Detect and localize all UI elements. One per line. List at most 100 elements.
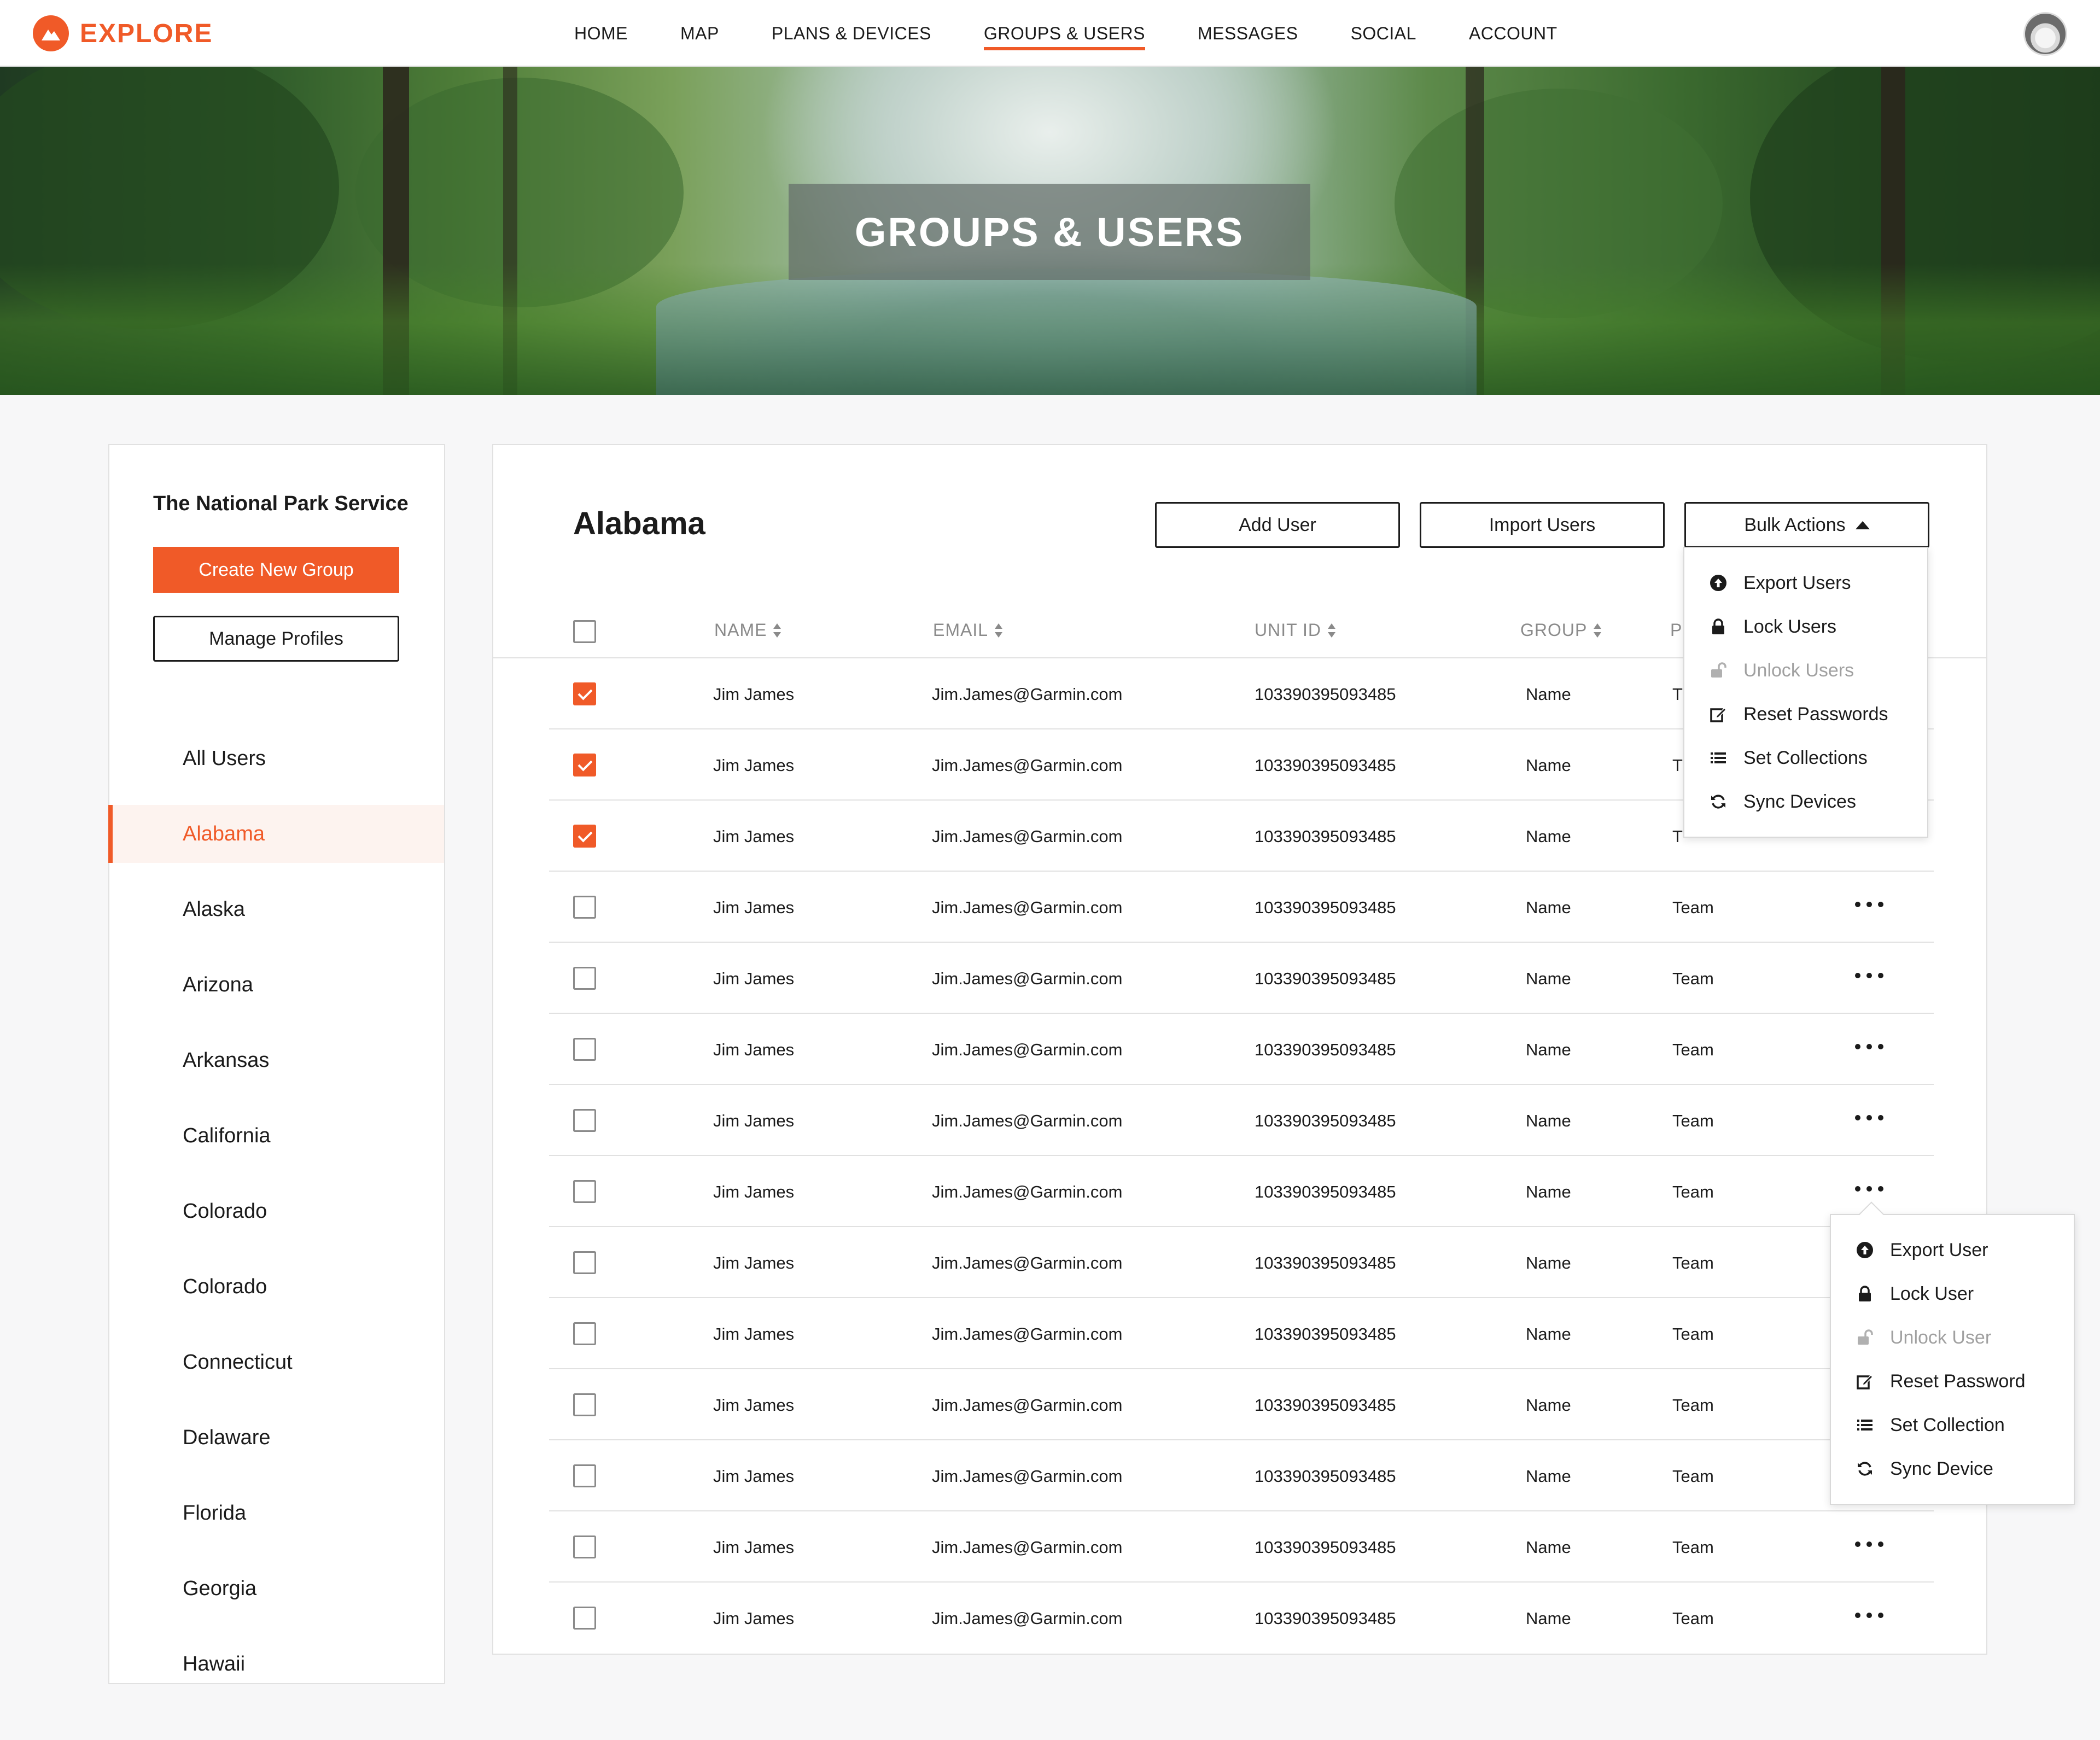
more-options-icon[interactable] bbox=[1855, 1604, 1883, 1626]
row-menu-item-label: Reset Password bbox=[1890, 1370, 2026, 1392]
sort-icon bbox=[773, 623, 781, 638]
cell-team: Team bbox=[1672, 1253, 1714, 1272]
top-nav: EXPLORE HOME MAP PLANS & DEVICES GROUPS … bbox=[0, 0, 2100, 67]
table-row: Jim James Jim.James@Garmin.com 10339039509… bbox=[493, 1156, 1986, 1227]
table-row: Jim James Jim.James@Garmin.com 10339039509… bbox=[493, 1085, 1986, 1156]
column-partial[interactable]: P bbox=[1670, 620, 1682, 640]
sidebar-item-alaska[interactable]: Alaska bbox=[109, 880, 444, 938]
row-menu-item-set-collection[interactable]: Set Collection bbox=[1831, 1403, 2074, 1447]
cell-name: Jim James bbox=[713, 1324, 795, 1344]
sync-icon bbox=[1855, 1459, 1875, 1479]
sidebar-item-delaware[interactable]: Delaware bbox=[109, 1409, 444, 1467]
edit-icon bbox=[1708, 704, 1728, 724]
sidebar-item-colorado[interactable]: Colorado bbox=[109, 1182, 444, 1240]
user-avatar[interactable] bbox=[2023, 12, 2067, 56]
row-checkbox[interactable] bbox=[573, 682, 596, 705]
bulk-menu-item-reset-passwords[interactable]: Reset Passwords bbox=[1684, 692, 1927, 736]
nav-groups-users[interactable]: GROUPS & USERS bbox=[983, 0, 1146, 67]
cell-unit-id: 103390395093485 bbox=[1255, 898, 1396, 917]
more-options-icon[interactable] bbox=[1855, 1178, 1883, 1200]
nav-map[interactable]: MAP bbox=[680, 0, 719, 67]
row-menu-item-label: Lock User bbox=[1890, 1283, 1974, 1304]
cell-team: Team bbox=[1672, 1609, 1714, 1628]
row-checkbox[interactable] bbox=[573, 896, 596, 919]
row-actions-menu: Export User Lock User Unlock User Reset Pas… bbox=[1830, 1201, 2075, 1505]
row-checkbox[interactable] bbox=[573, 1109, 596, 1132]
row-checkbox[interactable] bbox=[573, 1607, 596, 1630]
select-all-checkbox[interactable] bbox=[573, 620, 596, 643]
cell-team: Team bbox=[1672, 1395, 1714, 1415]
more-options-icon[interactable] bbox=[1855, 965, 1883, 986]
add-user-button[interactable]: Add User bbox=[1155, 502, 1400, 548]
nav-messages[interactable]: MESSAGES bbox=[1198, 0, 1298, 67]
sidebar-item-georgia[interactable]: Georgia bbox=[109, 1560, 444, 1618]
bulk-menu-item-lock-users[interactable]: Lock Users bbox=[1684, 605, 1927, 649]
column-name-label: NAME bbox=[714, 620, 767, 640]
sidebar-item-all-users[interactable]: All Users bbox=[109, 729, 444, 787]
upload-icon bbox=[1708, 573, 1728, 593]
row-menu-item-reset-password[interactable]: Reset Password bbox=[1831, 1359, 2074, 1403]
row-menu-item-lock-user[interactable]: Lock User bbox=[1831, 1272, 2074, 1316]
main-nav: HOME MAP PLANS & DEVICES GROUPS & USERS … bbox=[574, 0, 1610, 67]
cell-name: Jim James bbox=[713, 1182, 795, 1201]
nav-account[interactable]: ACCOUNT bbox=[1469, 0, 1558, 67]
sidebar-item-colorado[interactable]: Colorado bbox=[109, 1258, 444, 1316]
table-row: Jim James Jim.James@Garmin.com 10339039509… bbox=[493, 1440, 1986, 1511]
sidebar-item-florida[interactable]: Florida bbox=[109, 1484, 444, 1542]
create-new-group-button[interactable]: Create New Group bbox=[153, 547, 399, 593]
cell-unit-id: 103390395093485 bbox=[1255, 1538, 1396, 1557]
more-options-icon[interactable] bbox=[1855, 894, 1883, 915]
bulk-menu-item-set-collections[interactable]: Set Collections bbox=[1684, 736, 1927, 780]
cell-group: Name bbox=[1526, 685, 1571, 704]
cell-name: Jim James bbox=[713, 1111, 795, 1130]
column-group-label: GROUP bbox=[1520, 620, 1588, 640]
nav-social[interactable]: SOCIAL bbox=[1351, 0, 1416, 67]
row-checkbox[interactable] bbox=[573, 1393, 596, 1416]
sidebar-item-alabama[interactable]: Alabama bbox=[108, 805, 444, 863]
more-options-icon[interactable] bbox=[1855, 1036, 1883, 1058]
cell-unit-id: 103390395093485 bbox=[1255, 1253, 1396, 1272]
row-checkbox[interactable] bbox=[573, 967, 596, 990]
row-checkbox[interactable] bbox=[573, 1322, 596, 1345]
row-menu-item-sync-device[interactable]: Sync Device bbox=[1831, 1447, 2074, 1491]
mountain-logo-icon bbox=[33, 15, 69, 51]
cell-email: Jim.James@Garmin.com bbox=[932, 1609, 1123, 1628]
column-email[interactable]: EMAIL bbox=[933, 620, 1003, 640]
sidebar-item-connecticut[interactable]: Connecticut bbox=[109, 1333, 444, 1391]
brand-logo[interactable]: EXPLORE bbox=[33, 13, 213, 54]
bulk-actions-button[interactable]: Bulk Actions bbox=[1684, 502, 1929, 548]
sidebar-item-hawaii[interactable]: Hawaii bbox=[109, 1635, 444, 1693]
more-options-icon[interactable] bbox=[1855, 1533, 1883, 1555]
column-name[interactable]: NAME bbox=[714, 620, 781, 640]
row-checkbox[interactable] bbox=[573, 754, 596, 776]
row-checkbox[interactable] bbox=[573, 1464, 596, 1487]
row-checkbox[interactable] bbox=[573, 1251, 596, 1274]
column-unit-id[interactable]: UNIT ID bbox=[1255, 620, 1335, 640]
nav-home[interactable]: HOME bbox=[574, 0, 628, 67]
cell-team: T bbox=[1672, 756, 1683, 775]
cell-unit-id: 103390395093485 bbox=[1255, 685, 1396, 704]
nav-plans-devices[interactable]: PLANS & DEVICES bbox=[772, 0, 931, 67]
column-group[interactable]: GROUP bbox=[1520, 620, 1602, 640]
row-checkbox[interactable] bbox=[573, 825, 596, 848]
sidebar-item-california[interactable]: California bbox=[109, 1107, 444, 1165]
bulk-menu-item-label: Set Collections bbox=[1743, 747, 1868, 768]
bulk-menu-item-export-users[interactable]: Export Users bbox=[1684, 561, 1927, 605]
row-checkbox[interactable] bbox=[573, 1535, 596, 1558]
cell-name: Jim James bbox=[713, 1609, 795, 1628]
caret-up-icon bbox=[1855, 521, 1870, 529]
row-menu-item-export-user[interactable]: Export User bbox=[1831, 1228, 2074, 1272]
import-users-button[interactable]: Import Users bbox=[1420, 502, 1665, 548]
row-checkbox[interactable] bbox=[573, 1038, 596, 1061]
more-options-icon[interactable] bbox=[1855, 1107, 1883, 1129]
bulk-menu-item-label: Unlock Users bbox=[1743, 659, 1854, 681]
row-checkbox[interactable] bbox=[573, 1180, 596, 1203]
manage-profiles-button[interactable]: Manage Profiles bbox=[153, 616, 399, 662]
sort-icon bbox=[1327, 623, 1335, 638]
unlock-icon bbox=[1855, 1328, 1875, 1347]
sidebar-item-arkansas[interactable]: Arkansas bbox=[109, 1031, 444, 1089]
cell-group: Name bbox=[1526, 1253, 1571, 1272]
sidebar-item-arizona[interactable]: Arizona bbox=[109, 956, 444, 1014]
cell-name: Jim James bbox=[713, 685, 795, 704]
bulk-menu-item-sync-devices[interactable]: Sync Devices bbox=[1684, 780, 1927, 824]
